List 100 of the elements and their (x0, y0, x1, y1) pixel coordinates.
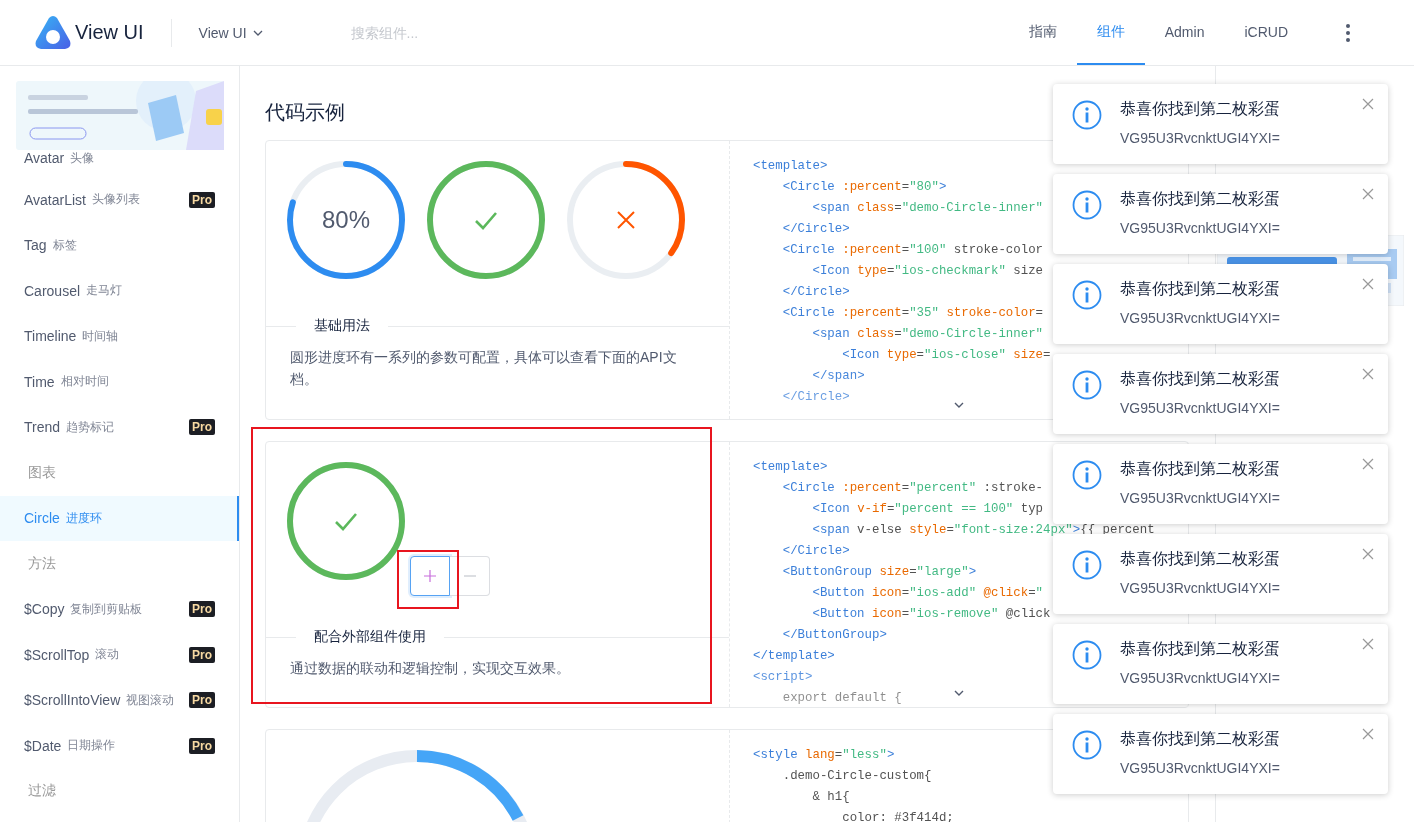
menu-item[interactable]: Trend 趋势标记 Pro (0, 404, 239, 450)
notification-title: 恭喜你找到第二枚彩蛋 (1120, 729, 1281, 749)
pro-badge: Pro (189, 692, 215, 709)
nav-tab[interactable]: Admin (1144, 0, 1225, 65)
menu-item[interactable]: $ScrollTop 滚动 Pro (0, 632, 239, 678)
notification-title: 恭喜你找到第二枚彩蛋 (1120, 549, 1281, 569)
close-icon[interactable] (1362, 728, 1374, 740)
info-icon (1072, 550, 1102, 580)
menu-item-name: Circle (24, 510, 60, 527)
add-button[interactable] (410, 556, 450, 596)
code-line: <span class="demo-Circle-inner" (811, 326, 1044, 343)
menu-group-title: 图表 (27, 462, 57, 482)
notification-title: 恭喜你找到第二枚彩蛋 (1120, 459, 1281, 479)
demo-description: 通过数据的联动和逻辑控制，实现交互效果。 (289, 659, 571, 678)
demo-title: 配合外部组件使用 (313, 628, 427, 646)
menu-item-subtitle: 头像 (70, 150, 95, 167)
version-dropdown[interactable]: View UI (198, 24, 263, 41)
menu-item-subtitle: 复制到剪贴板 (70, 600, 143, 618)
menu-item[interactable]: Timeline 时间轴 (0, 313, 239, 359)
code-line: <Icon type="ios-close" size= (841, 347, 1051, 364)
nav-tab[interactable]: iCRUD (1224, 0, 1308, 65)
notification-title: 恭喜你找到第二枚彩蛋 (1120, 189, 1281, 209)
notification-title: 恭喜你找到第二枚彩蛋 (1120, 369, 1281, 389)
menu-item[interactable]: $Copy 复制到剪贴板 Pro (0, 586, 239, 632)
remove-button[interactable] (450, 556, 490, 596)
close-icon[interactable] (1362, 368, 1374, 380)
close-icon[interactable] (1362, 188, 1374, 200)
notification-text: VG95U3RvcnktUGI4YXI= (1120, 399, 1281, 418)
menu-item-name: Tag (24, 237, 47, 254)
close-icon[interactable] (1362, 98, 1374, 110)
notification-text: VG95U3RvcnktUGI4YXI= (1120, 759, 1281, 778)
notification-text: VG95U3RvcnktUGI4YXI= (1120, 579, 1281, 598)
notification-title: 恭喜你找到第二枚彩蛋 (1120, 99, 1281, 119)
pro-badge: Pro (189, 191, 215, 208)
menu-item-name: Time (24, 373, 55, 390)
menu-item[interactable]: AvatarList 头像列表 Pro (0, 177, 239, 223)
menu-item-name: $ScrollTop (24, 646, 90, 663)
code-line: export default { (781, 690, 902, 707)
info-icon (1072, 190, 1102, 220)
menu-item-subtitle: 走马灯 (86, 282, 123, 300)
menu-item[interactable]: $Date 日期操作 Pro (0, 723, 239, 769)
code-line: <script> (753, 669, 813, 686)
menu-group-title: 过滤 (27, 781, 57, 801)
code-line: <template> (753, 158, 828, 175)
code-line: </Circle> (781, 221, 850, 238)
menu-item-name: Trend (24, 419, 61, 436)
code-line: <Circle :percent="35" stroke-color= (781, 305, 1044, 322)
menu-item[interactable]: $ScrollIntoView 视图滚动 Pro (0, 677, 239, 723)
menu-item[interactable]: Time 相对时间 (0, 359, 239, 405)
menu-item[interactable]: Tag 标签 (0, 222, 239, 268)
info-icon (1072, 100, 1102, 130)
notification-title: 恭喜你找到第二枚彩蛋 (1120, 279, 1281, 299)
code-line: .demo-Circle-custom{ (781, 768, 932, 785)
pro-badge: Pro (189, 737, 215, 754)
code-line: </Circle> (781, 543, 850, 560)
menu-item-subtitle: 头像列表 (92, 191, 140, 209)
demo-description: 圆形进度环有一系列的参数可配置，具体可以查看下面的API文档。 (289, 348, 678, 389)
close-icon[interactable] (1362, 638, 1374, 650)
notification-text: VG95U3RvcnktUGI4YXI= (1120, 219, 1281, 238)
menu-item-name: $Copy (24, 601, 65, 618)
demo-title: 基础用法 (313, 317, 371, 335)
menu-item[interactable]: Avatar 头像 (0, 150, 239, 177)
code-line: </Circle> (781, 389, 850, 406)
code-line: <Button icon="ios-add" @click=" (811, 585, 1044, 602)
code-line: <Circle :percent="80"> (781, 179, 947, 196)
menu-item-subtitle: 标签 (52, 236, 77, 254)
logo-text: View UI (75, 21, 144, 44)
code-line: <Circle :percent="100" stroke-color (781, 242, 1044, 259)
pro-badge: Pro (189, 646, 215, 663)
info-icon (1072, 370, 1102, 400)
info-icon (1072, 640, 1102, 670)
close-icon[interactable] (1362, 548, 1374, 560)
menu-item-name: Carousel (24, 282, 81, 299)
info-icon (1072, 280, 1102, 310)
menu-item-subtitle: 趋势标记 (66, 418, 115, 436)
percent-label: 80% (321, 206, 370, 234)
menu-item[interactable]: Carousel 走马灯 (0, 268, 239, 314)
code-line: <Circle :percent="percent" :stroke- (781, 480, 1044, 497)
code-line: <span class="demo-Circle-inner" (811, 200, 1044, 217)
code-line: <Icon v-if="percent == 100" typ (811, 501, 1044, 518)
close-icon[interactable] (1362, 458, 1374, 470)
menu-item-subtitle: 相对时间 (60, 373, 109, 391)
code-line: </ButtonGroup> (781, 627, 887, 644)
nav-tab[interactable]: 组件 (1076, 0, 1145, 65)
close-icon[interactable] (1362, 278, 1374, 290)
menu-item-subtitle: 视图滚动 (126, 691, 175, 709)
section-title: 代码示例 (265, 100, 345, 125)
menu-item-name: AvatarList (24, 191, 86, 208)
menu-item-name: Avatar (24, 150, 65, 166)
plus-icon (424, 570, 436, 582)
code-line: </Circle> (781, 284, 850, 301)
code-line: </template> (753, 648, 835, 665)
menu-item-name: $ScrollIntoView (24, 692, 121, 709)
notification-text: VG95U3RvcnktUGI4YXI= (1120, 129, 1281, 148)
info-icon (1072, 460, 1102, 490)
menu-item-subtitle: 时间轴 (82, 327, 119, 345)
logo-icon (34, 14, 72, 51)
notification-text: VG95U3RvcnktUGI4YXI= (1120, 489, 1281, 508)
menu-item-subtitle: 进度环 (65, 509, 102, 527)
nav-tab[interactable]: 指南 (1008, 0, 1077, 65)
